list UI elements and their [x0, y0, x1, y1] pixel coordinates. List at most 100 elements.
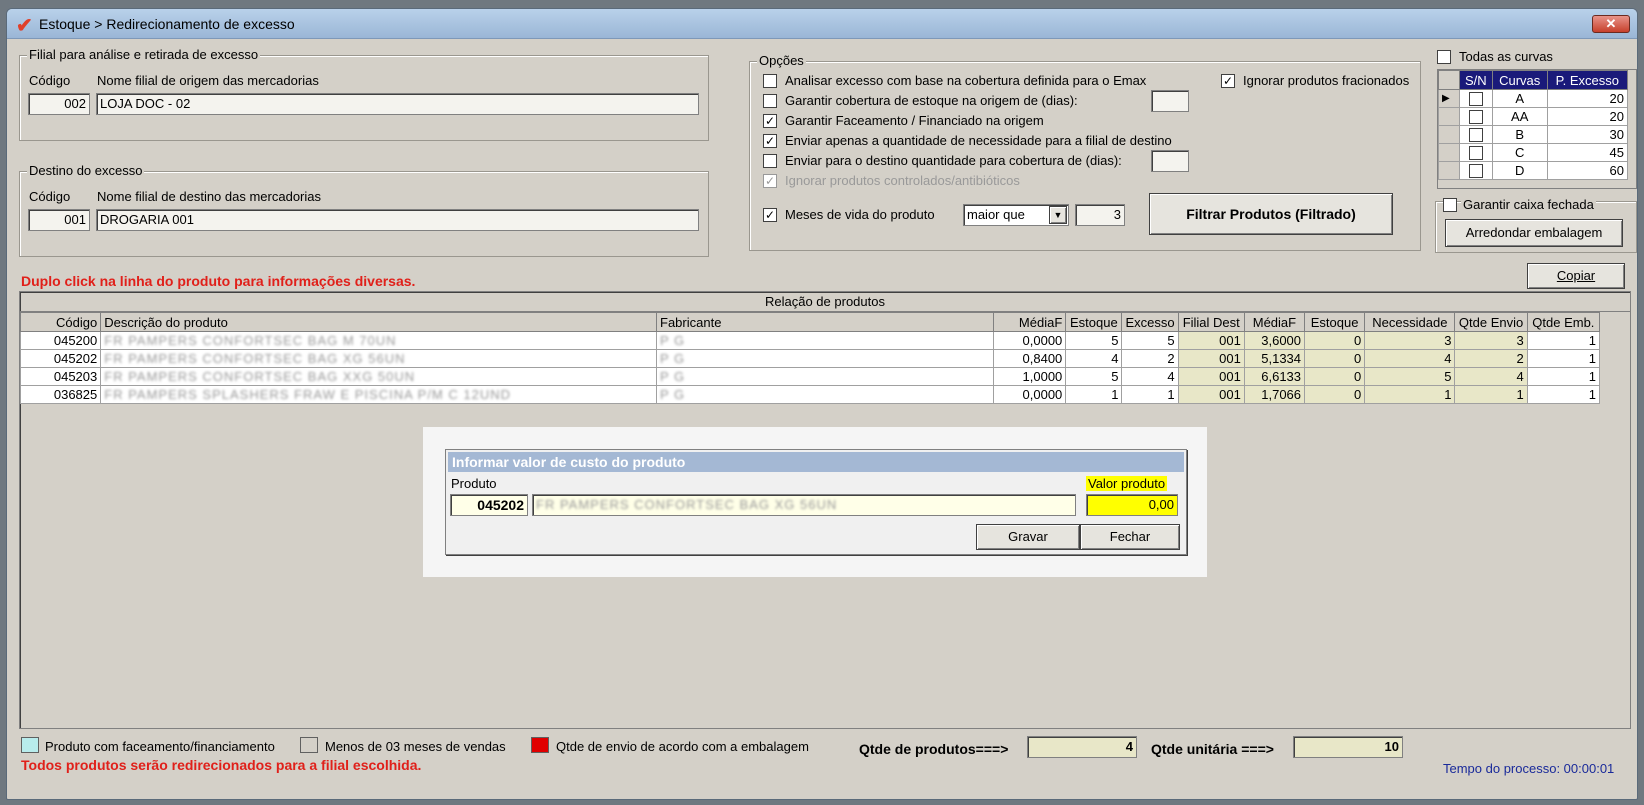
table-row[interactable]: 045200 FR PAMPERS CONFORTSEC BAG M 70UN … — [19, 331, 1601, 350]
qtde-produtos-value: 4 — [1027, 736, 1137, 758]
col-header-mediaf[interactable]: MédiaF — [993, 312, 1067, 332]
destino-nome-field[interactable]: DROGARIA 001 — [96, 209, 699, 231]
ignorar-fracionados-label: Ignorar produtos fracionados — [1243, 73, 1410, 88]
cobertura-destino-dias-input[interactable] — [1151, 150, 1189, 172]
opcao-analisar-emax-label: Analisar excesso com base na cobertura d… — [785, 73, 1147, 88]
curva-excesso[interactable]: 20 — [1546, 89, 1629, 108]
copiar-button[interactable]: Copiar — [1527, 263, 1625, 289]
curva-excesso[interactable]: 60 — [1546, 161, 1629, 180]
table-row[interactable]: 045203 FR PAMPERS CONFORTSEC BAG XXG 50U… — [19, 367, 1601, 386]
cell-codigo: 045200 — [19, 331, 102, 350]
origem-codigo-label: Código — [29, 73, 71, 88]
opcao-necessidade-label: Enviar apenas a quantidade de necessidad… — [785, 133, 1172, 148]
dialog-descricao-field[interactable]: FR PAMPERS CONFORTSEC BAG XG 56UN — [532, 494, 1076, 516]
dialog-valor-input[interactable]: 0,00 — [1086, 494, 1178, 516]
opcao-necessidade-checkbox[interactable]: ✓ — [763, 134, 777, 148]
destino-codigo-field[interactable]: 001 — [28, 209, 90, 231]
cobertura-origem-dias-input[interactable] — [1151, 90, 1189, 112]
meses-vida-operator-select[interactable]: maior que ▼ — [963, 204, 1069, 226]
legend-embalagem-label: Qtde de envio de acordo com a embalagem — [556, 739, 809, 754]
curva-excesso[interactable]: 20 — [1546, 107, 1629, 126]
col-header-excesso[interactable]: Excesso — [1121, 312, 1179, 332]
meses-vida-value-input[interactable]: 3 — [1075, 204, 1125, 226]
cell-qtde-emb: 1 — [1526, 385, 1601, 404]
opcao-faceamento-label: Garantir Faceamento / Financiado na orig… — [785, 113, 1044, 128]
cell-mediaf: 0,8400 — [993, 349, 1067, 368]
dialog-produto-label: Produto — [451, 476, 497, 491]
fechar-button[interactable]: Fechar — [1080, 524, 1180, 550]
col-header-estoque-dest[interactable]: Estoque — [1304, 312, 1366, 332]
curva-row[interactable]: ▶ A 20 — [1438, 89, 1629, 108]
curvas-grid: S/N Curvas P. Excesso ▶ A 20 AA 20 B 30 — [1437, 69, 1637, 189]
todas-curvas-label: Todas as curvas — [1459, 49, 1553, 64]
opcao-faceamento-checkbox[interactable]: ✓ — [763, 114, 777, 128]
origem-codigo-field[interactable]: 002 — [28, 93, 90, 115]
double-click-hint: Duplo click na linha do produto para inf… — [21, 273, 416, 289]
cell-mediaf-dest: 5,1334 — [1243, 349, 1306, 368]
cell-filial-dest: 001 — [1177, 385, 1245, 404]
qtde-unitaria-value: 10 — [1293, 736, 1403, 758]
row-pointer-icon: ▶ — [1438, 89, 1460, 108]
ignorar-fracionados-checkbox[interactable]: ✓ — [1221, 74, 1235, 88]
curva-excesso[interactable]: 30 — [1546, 125, 1629, 144]
dialog-codigo-field[interactable]: 045202 — [450, 494, 528, 516]
close-button[interactable]: ✕ — [1592, 15, 1630, 33]
cell-codigo: 045202 — [19, 349, 102, 368]
opcao-cobertura-destino-checkbox[interactable] — [763, 154, 777, 168]
curvas-header-curvas: Curvas — [1491, 70, 1548, 90]
todas-curvas-checkbox[interactable] — [1437, 50, 1451, 64]
curva-sn-checkbox[interactable] — [1468, 164, 1483, 179]
curva-sn-checkbox[interactable] — [1468, 146, 1483, 161]
table-row[interactable]: 045202 FR PAMPERS CONFORTSEC BAG XG 56UN… — [19, 349, 1601, 368]
cell-qtde-emb: 1 — [1526, 331, 1601, 350]
cell-filial-dest: 001 — [1177, 349, 1245, 368]
table-row[interactable]: 036825 FR PAMPERS SPLASHERS FRAW E PISCI… — [19, 385, 1601, 404]
curva-name: C — [1491, 143, 1548, 162]
chevron-down-icon[interactable]: ▼ — [1049, 206, 1067, 224]
curva-sn-checkbox[interactable] — [1468, 92, 1483, 107]
cell-filial-dest: 001 — [1177, 331, 1245, 350]
opcao-cobertura-destino-label: Enviar para o destino quantidade para co… — [785, 153, 1122, 168]
col-header-fabricante[interactable]: Fabricante — [655, 312, 995, 332]
gravar-button[interactable]: Gravar — [976, 524, 1080, 550]
col-header-qtde-envio[interactable]: Qtde Envio — [1454, 312, 1528, 332]
curvas-header-excesso: P. Excesso — [1546, 70, 1629, 90]
opcao-controlados-label: Ignorar produtos controlados/antibiótico… — [785, 173, 1020, 188]
curva-sn-checkbox[interactable] — [1468, 110, 1483, 125]
cell-excesso: 2 — [1121, 349, 1179, 368]
cell-codigo: 045203 — [19, 367, 102, 386]
curva-excesso[interactable]: 45 — [1546, 143, 1629, 162]
garantir-caixa-checkbox[interactable] — [1443, 198, 1457, 212]
col-header-necessidade[interactable]: Necessidade — [1364, 312, 1456, 332]
cell-codigo: 036825 — [19, 385, 102, 404]
col-header-estoque[interactable]: Estoque — [1065, 312, 1123, 332]
qtde-unitaria-label: Qtde unitária ===> — [1151, 741, 1274, 757]
cell-necessidade: 5 — [1364, 367, 1456, 386]
opcao-analisar-emax-checkbox[interactable] — [763, 74, 777, 88]
opcao-cobertura-origem-checkbox[interactable] — [763, 94, 777, 108]
meses-vida-checkbox[interactable]: ✓ — [763, 208, 777, 222]
col-header-qtde-emb[interactable]: Qtde Emb. — [1526, 312, 1601, 332]
legend-menos-meses-swatch — [300, 737, 318, 753]
curva-name: B — [1491, 125, 1548, 144]
col-header-mediaf-dest[interactable]: MédiaF — [1243, 312, 1306, 332]
legend-embalagem-swatch — [531, 737, 549, 753]
arredondar-embalagem-button[interactable]: Arredondar embalagem — [1445, 219, 1623, 247]
cell-mediaf: 1,0000 — [993, 367, 1067, 386]
cell-fabricante: P G — [655, 349, 995, 368]
filtrar-produtos-button[interactable]: Filtrar Produtos (Filtrado) — [1149, 193, 1393, 235]
origem-nome-field[interactable]: LOJA DOC - 02 — [96, 93, 699, 115]
col-header-descricao[interactable]: Descrição do produto — [100, 312, 657, 332]
produtos-table: Código Descrição do produto Fabricante M… — [19, 312, 1601, 404]
curva-row[interactable]: C 45 — [1438, 143, 1629, 162]
cell-qtde-envio: 1 — [1454, 385, 1528, 404]
col-header-filial-dest[interactable]: Filial Dest — [1177, 312, 1245, 332]
curva-sn-checkbox[interactable] — [1468, 128, 1483, 143]
cell-estoque-dest: 0 — [1304, 385, 1366, 404]
curva-row[interactable]: AA 20 — [1438, 107, 1629, 126]
dialog-valor-label: Valor produto — [1086, 476, 1168, 491]
cell-descricao: FR PAMPERS CONFORTSEC BAG M 70UN — [100, 331, 657, 350]
curva-row[interactable]: D 60 — [1438, 161, 1629, 180]
col-header-codigo[interactable]: Código — [19, 312, 102, 332]
curva-row[interactable]: B 30 — [1438, 125, 1629, 144]
